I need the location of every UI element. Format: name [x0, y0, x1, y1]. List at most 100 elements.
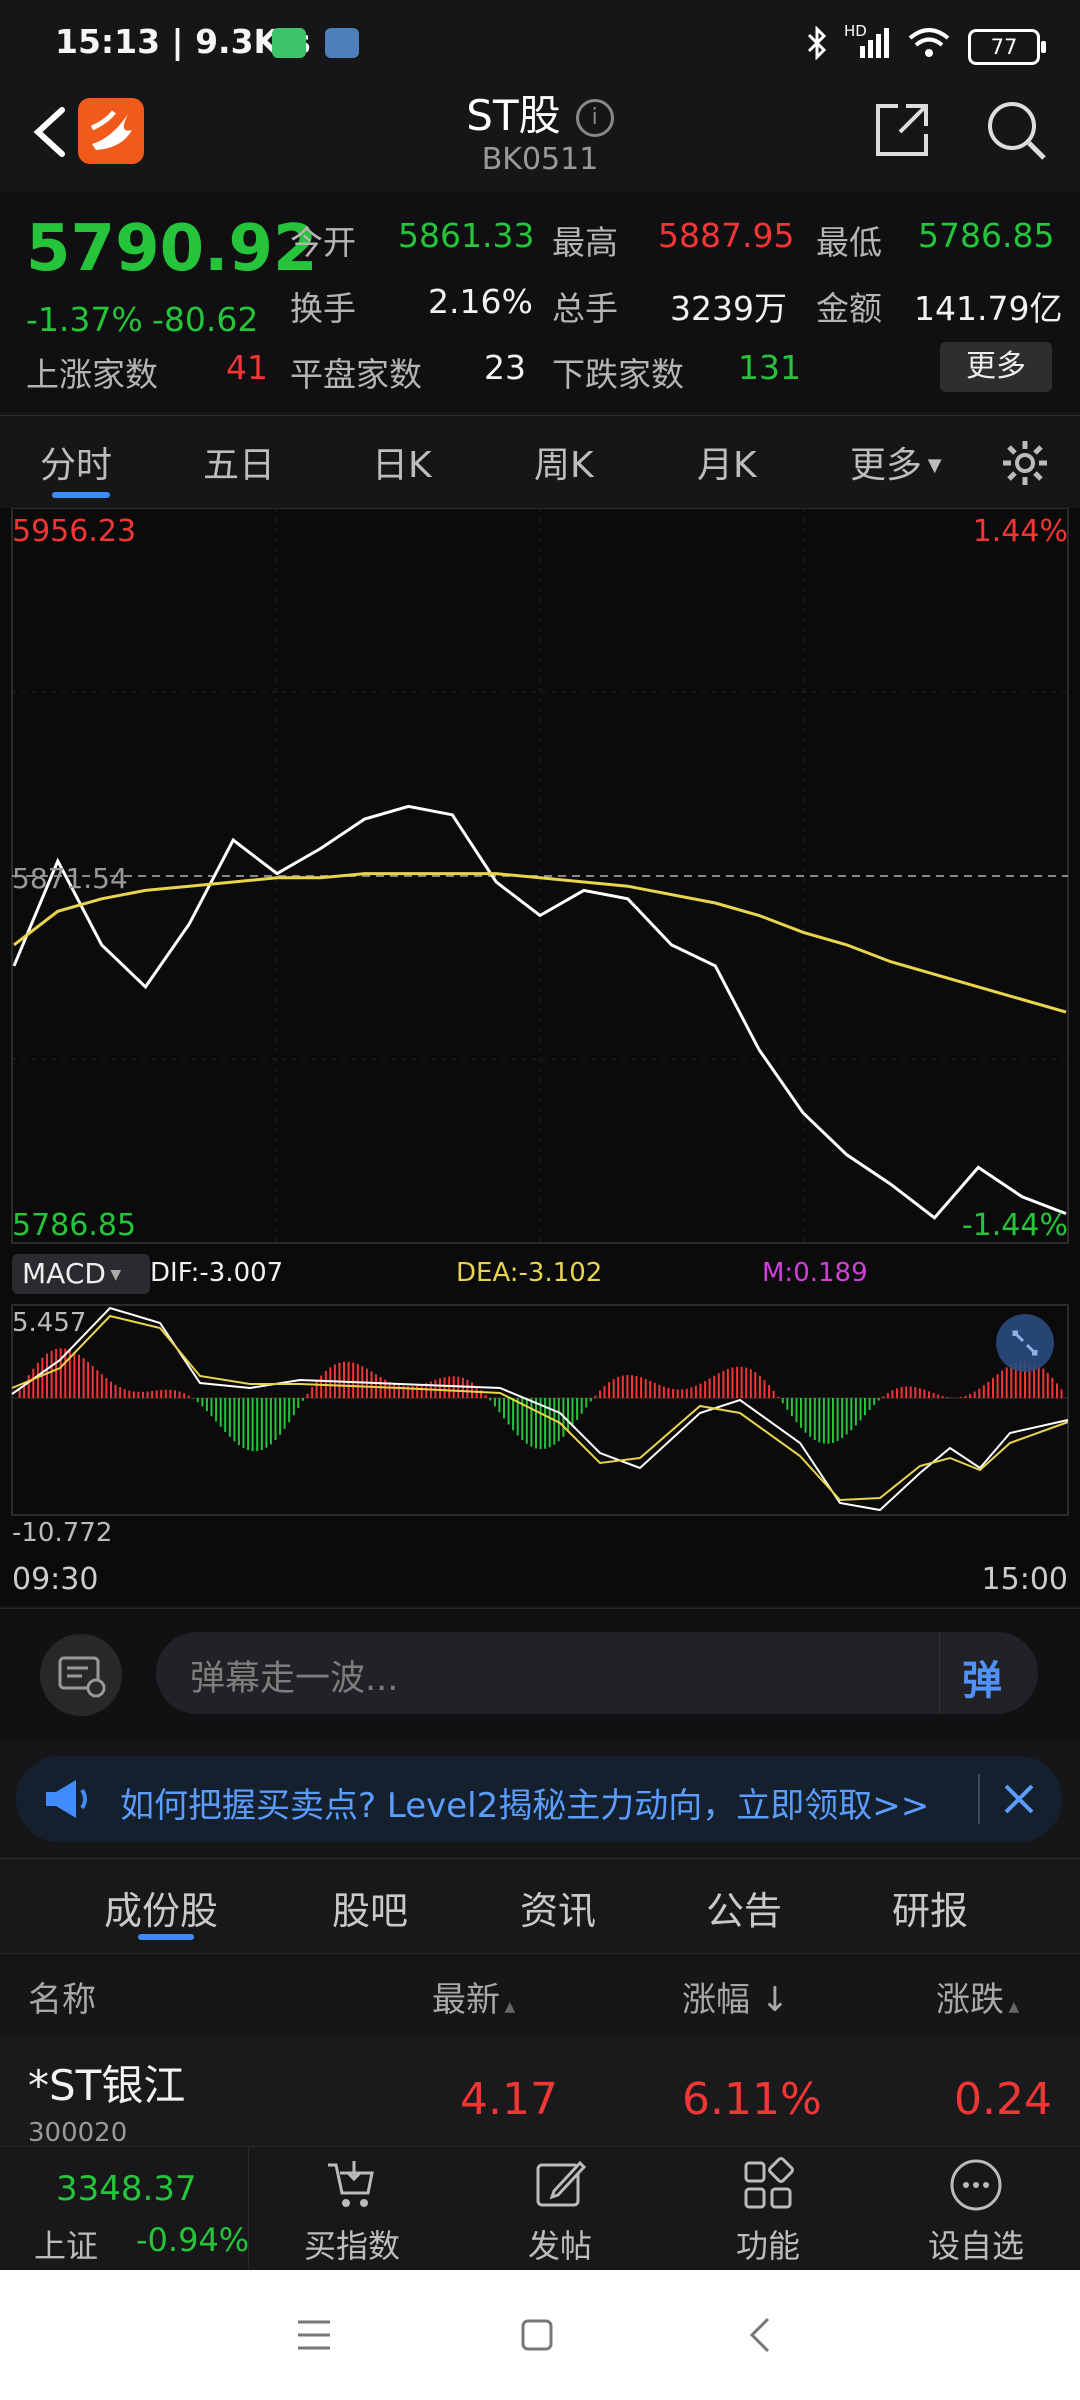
macd-bar [18, 1390, 21, 1398]
macd-bar [119, 1387, 122, 1398]
macd-bar [32, 1368, 35, 1398]
macd-bar [269, 1398, 272, 1445]
info-icon[interactable]: i [575, 99, 614, 137]
macd-bar [247, 1398, 250, 1451]
table-row[interactable]: *ST银江 300020 4.17 6.11% 0.24 [0, 2038, 1080, 2148]
battery-icon: 77 [968, 28, 1046, 65]
share-button[interactable] [872, 100, 932, 160]
macd-bar [201, 1398, 204, 1407]
macd-bar [329, 1367, 332, 1398]
macd-bar [123, 1389, 126, 1398]
time-start-label: 09:30 [12, 1562, 99, 1597]
macd-bar [498, 1398, 501, 1413]
add-watchlist-button[interactable]: 设自选 [904, 2147, 1048, 2271]
macd-bar [699, 1383, 702, 1398]
chart-settings-button[interactable] [1000, 438, 1050, 488]
index-pct: -0.94% [136, 2221, 250, 2259]
back-icon[interactable] [748, 2316, 772, 2354]
macd-bar [78, 1354, 80, 1398]
menu-icon[interactable] [296, 2318, 332, 2352]
status-bar: 15:13 | 9.3K/s HD 77 [0, 0, 1080, 90]
home-icon[interactable] [520, 2318, 554, 2352]
turnover-label: 换手 [290, 289, 356, 328]
macd-bar [137, 1391, 140, 1398]
volume-value: 3239万 [670, 289, 787, 328]
col-name[interactable]: 名称 [28, 1972, 96, 2021]
macd-bar [790, 1398, 793, 1417]
col-pct[interactable]: 涨幅 ↓ [682, 1972, 789, 2021]
post-button[interactable]: 发帖 [488, 2147, 632, 2271]
functions-button[interactable]: 功能 [696, 2147, 840, 2271]
macd-bar [736, 1366, 739, 1398]
danmaku-input[interactable]: 弹幕走一波... 弹 [156, 1632, 1038, 1714]
tab-monthly-k[interactable]: 月K [697, 436, 757, 488]
stock-last: 4.17 [460, 2074, 558, 2125]
buy-index-button[interactable]: 买指数 [280, 2147, 424, 2271]
macd-bar [960, 1397, 962, 1398]
macd-bar [142, 1391, 144, 1398]
macd-bottom-label: -10.772 [12, 1518, 113, 1548]
cart-icon [328, 2161, 374, 2207]
macd-bar [301, 1398, 304, 1401]
danmaku-send-button[interactable]: 弹 [939, 1632, 1038, 1714]
macd-histogram [18, 1348, 1063, 1452]
tab-news[interactable]: 资讯 [520, 1880, 596, 1935]
macd-bar [594, 1395, 597, 1398]
sort-desc-icon: ↓ [750, 1980, 790, 2020]
macd-bar [279, 1398, 282, 1435]
col-last[interactable]: 最新 ▲ [432, 1972, 515, 2021]
macd-bar [868, 1398, 871, 1410]
col-chg[interactable]: 涨跌 ▲ [936, 1972, 1019, 2021]
tab-daily-k[interactable]: 日K [372, 436, 432, 488]
macd-bar [854, 1398, 857, 1426]
search-button[interactable] [984, 98, 1048, 162]
macd-bar [681, 1389, 684, 1398]
danmaku-toggle-button[interactable] [40, 1634, 122, 1716]
indicator-selector[interactable]: MACD ▼ [12, 1254, 150, 1294]
macd-bar [178, 1391, 181, 1398]
signal-icon: HD [844, 22, 890, 65]
tab-research[interactable]: 研报 [892, 1880, 968, 1935]
macd-bar [850, 1398, 853, 1431]
macd-bar [822, 1398, 825, 1444]
expand-icon [1012, 1330, 1038, 1356]
macd-bar [146, 1391, 149, 1398]
close-icon[interactable] [1000, 1780, 1038, 1818]
more-quote-button[interactable]: 更多 [940, 342, 1052, 392]
app-notification-icon [272, 28, 306, 58]
macd-bar [914, 1387, 917, 1398]
tab-intraday[interactable]: 分时 [40, 436, 112, 488]
macd-bar [777, 1396, 780, 1398]
sort-icon: ▲ [1004, 1999, 1020, 2015]
tab-weekly-k[interactable]: 周K [534, 436, 594, 488]
tab-five-day[interactable]: 五日 [203, 436, 275, 488]
macd-bar [653, 1382, 656, 1398]
macd-bar [283, 1398, 286, 1429]
macd-bar [996, 1374, 999, 1398]
macd-bar [599, 1390, 601, 1398]
tab-announcements[interactable]: 公告 [706, 1880, 782, 1935]
macd-bar [370, 1371, 373, 1398]
tab-more[interactable]: 更多 ▼ [850, 436, 942, 488]
macd-bar [754, 1372, 757, 1398]
change-value: -80.62 [152, 300, 259, 339]
edit-icon [536, 2160, 587, 2207]
promo-banner[interactable]: 如何把握买卖点? Level2揭秘主力动向，立即领取>> [16, 1756, 1062, 1842]
macd-bar [484, 1395, 487, 1398]
macd-bar [448, 1376, 451, 1398]
macd-bar [635, 1376, 638, 1398]
pre-close-label: 5871.54 [12, 862, 128, 895]
intraday-chart[interactable] [0, 507, 1080, 1606]
down-count: 131 [738, 348, 801, 387]
fullscreen-button[interactable] [996, 1314, 1054, 1372]
index-ticker[interactable]: 3348.37 上证 -0.94% [0, 2147, 249, 2271]
macd-bar [128, 1390, 131, 1398]
macd-bar [731, 1367, 734, 1398]
chart-period-tabs: 分时 五日 日K 周K 月K 更多 ▼ [0, 415, 1080, 509]
tab-constituents[interactable]: 成份股 [104, 1880, 218, 1935]
tab-forum[interactable]: 股吧 [332, 1880, 408, 1935]
macd-bar [493, 1398, 496, 1407]
macd-bar [251, 1398, 254, 1452]
bottom-toolbar: 3348.37 上证 -0.94% 买指数 发帖 功能 设自选 [0, 2146, 1080, 2271]
macd-bar [740, 1366, 743, 1398]
